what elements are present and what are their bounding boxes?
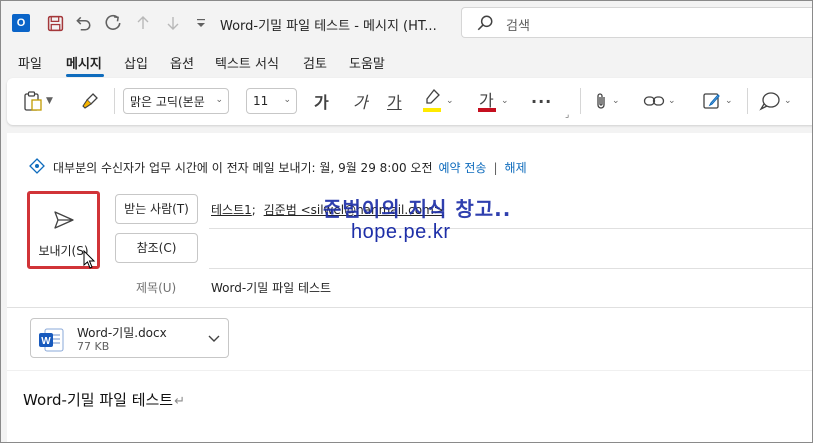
divider bbox=[209, 228, 813, 229]
attachment-size: 77 KB bbox=[77, 340, 110, 353]
font-name-value: 맑은 고딕(본문 bbox=[130, 94, 205, 109]
clipboard-icon bbox=[23, 90, 43, 112]
ribbon-separator bbox=[114, 88, 115, 114]
dismiss-link[interactable]: 해제 bbox=[505, 159, 527, 176]
chevron-down-icon[interactable]: ⌄ bbox=[612, 96, 620, 106]
redo-icon[interactable] bbox=[102, 12, 124, 34]
ribbon-separator bbox=[580, 88, 581, 114]
font-color-icon: 가 bbox=[476, 88, 498, 114]
format-painter-button[interactable] bbox=[81, 88, 99, 114]
font-name-combo[interactable]: 맑은 고딕(본문 ⌄ bbox=[123, 88, 229, 114]
window-title: Word-기밀 파일 테스트 - 메시지 (HT... bbox=[220, 19, 437, 34]
tab-message[interactable]: 메시지 bbox=[66, 53, 102, 72]
divider bbox=[7, 307, 813, 308]
mouse-pointer-icon bbox=[83, 249, 97, 273]
highlight-button[interactable]: ⌄ bbox=[421, 88, 459, 114]
tab-file[interactable]: 파일 bbox=[18, 53, 42, 72]
tab-help[interactable]: 도움말 bbox=[349, 53, 385, 72]
font-dialog-launcher-icon[interactable]: ⌟ bbox=[565, 110, 569, 120]
message-body[interactable]: Word-기밀 파일 테스트↵ bbox=[23, 389, 185, 410]
send-icon bbox=[53, 210, 75, 233]
subject-label: 제목(U) bbox=[136, 281, 177, 295]
format-painter-icon bbox=[81, 92, 99, 110]
tab-insert[interactable]: 삽입 bbox=[124, 53, 148, 72]
bold-button[interactable]: 가 bbox=[314, 88, 329, 114]
font-size-combo[interactable]: 11 ⌄ bbox=[246, 88, 297, 114]
next-item-icon[interactable] bbox=[162, 12, 184, 34]
active-tab-indicator bbox=[66, 74, 104, 77]
search-box[interactable]: 검색 bbox=[461, 7, 813, 38]
font-color-button[interactable]: 가 ⌄ bbox=[476, 88, 514, 114]
italic-button[interactable]: 가 bbox=[353, 88, 368, 114]
link-icon bbox=[643, 93, 665, 109]
chevron-down-icon[interactable]: ⌄ bbox=[784, 96, 792, 106]
divider bbox=[7, 370, 813, 371]
font-size-value: 11 bbox=[253, 94, 269, 108]
diamond-info-icon bbox=[29, 158, 47, 177]
word-document-icon: W bbox=[37, 326, 65, 357]
chevron-down-icon[interactable]: ⌄ bbox=[446, 96, 454, 106]
ribbon-separator bbox=[747, 88, 748, 114]
notice-text: 대부분의 수신자가 업무 시간에 이 전자 메일 보내기: 월, 9월 29 8… bbox=[53, 161, 433, 175]
more-icon: ··· bbox=[531, 91, 553, 111]
outlook-app-icon: O bbox=[10, 12, 32, 34]
chevron-down-icon[interactable]: ⌄ bbox=[668, 96, 676, 106]
chevron-down-icon[interactable] bbox=[208, 332, 220, 346]
attach-file-button[interactable]: ⌄ bbox=[593, 88, 620, 114]
underline-button[interactable]: 가 bbox=[387, 88, 402, 114]
chevron-down-icon[interactable]: ⌄ bbox=[725, 96, 733, 106]
delivery-notice: 대부분의 수신자가 업무 시간에 이 전자 메일 보내기: 월, 9월 29 8… bbox=[29, 158, 527, 177]
undo-icon[interactable] bbox=[72, 12, 94, 34]
more-options-button[interactable]: ··· bbox=[531, 88, 552, 114]
signature-icon bbox=[702, 91, 722, 111]
save-icon[interactable] bbox=[44, 12, 66, 34]
bold-icon: 가 bbox=[314, 93, 329, 112]
link-button[interactable]: ⌄ bbox=[643, 88, 676, 114]
tab-options[interactable]: 옵션 bbox=[170, 53, 194, 72]
highlighter-icon bbox=[421, 88, 443, 114]
notice-separator: | bbox=[493, 160, 498, 175]
to-button[interactable]: 받는 사람(T) bbox=[115, 194, 198, 224]
tab-format-text[interactable]: 텍스트 서식 bbox=[215, 53, 279, 72]
signature-button[interactable]: ⌄ bbox=[702, 88, 733, 114]
divider bbox=[209, 268, 813, 269]
chevron-down-icon[interactable]: ▼ bbox=[46, 96, 53, 106]
paste-button[interactable]: ▼ bbox=[23, 88, 53, 114]
underline-icon: 가 bbox=[387, 93, 402, 112]
attachment-card[interactable]: W Word-기밀.docx 77 KB bbox=[30, 318, 229, 358]
watermark-text: 준범이의 지식 창고.. bbox=[323, 197, 512, 221]
italic-icon: 가 bbox=[353, 93, 368, 112]
cc-button[interactable]: 참조(C) bbox=[115, 233, 198, 263]
chevron-down-icon[interactable]: ⌄ bbox=[283, 95, 291, 105]
subject-input[interactable]: Word-기밀 파일 테스트 bbox=[211, 279, 331, 296]
attachment-name: Word-기밀.docx bbox=[77, 326, 167, 340]
dictate-button[interactable]: ⌄ bbox=[759, 88, 792, 114]
recipient-chip[interactable]: 테스트1 bbox=[211, 203, 252, 217]
svg-text:W: W bbox=[41, 336, 51, 347]
customize-toolbar-icon[interactable] bbox=[190, 12, 212, 34]
title-bar: O Word-기밀 파일 테스트 - 메시지 (HT... 검색 bbox=[0, 0, 813, 46]
previous-item-icon[interactable] bbox=[132, 12, 154, 34]
chat-bubble-icon bbox=[759, 91, 781, 111]
watermark-url: hope.pe.kr bbox=[351, 221, 451, 243]
schedule-send-link[interactable]: 예약 전송 bbox=[439, 159, 487, 176]
search-icon bbox=[476, 14, 494, 35]
tab-review[interactable]: 검토 bbox=[303, 53, 327, 72]
body-text: Word-기밀 파일 테스트 bbox=[23, 391, 174, 409]
ribbon-toolbar: ▼ 맑은 고딕(본문 ⌄ 11 ⌄ 가 가 가 ⌄ 가 ⌄ ··· ⌟ ⌄ ⌄ … bbox=[7, 78, 813, 125]
search-placeholder: 검색 bbox=[506, 19, 530, 34]
paragraph-mark-icon: ↵ bbox=[174, 394, 186, 409]
chevron-down-icon[interactable]: ⌄ bbox=[215, 95, 223, 105]
paperclip-icon bbox=[593, 91, 609, 111]
chevron-down-icon[interactable]: ⌄ bbox=[501, 96, 509, 106]
menu-bar: 파일 메시지 삽입 옵션 텍스트 서식 검토 도움말 bbox=[0, 46, 813, 76]
